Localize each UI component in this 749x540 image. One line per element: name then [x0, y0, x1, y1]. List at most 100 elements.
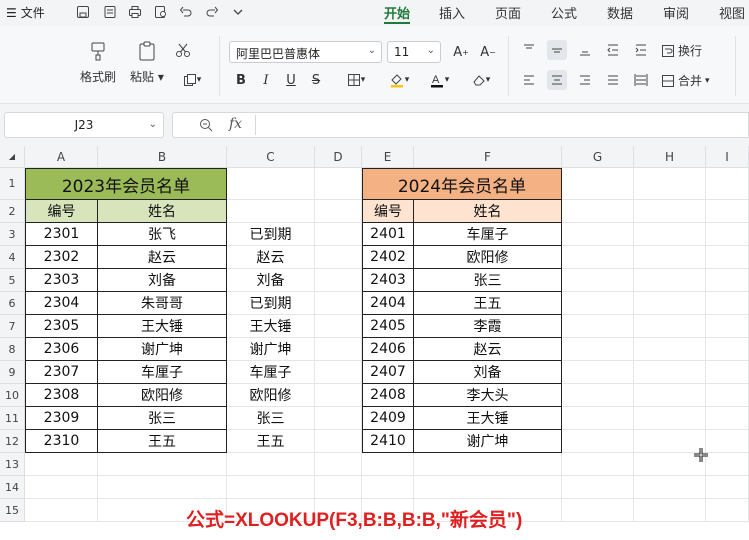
- lookup-result-cell[interactable]: 张三: [227, 407, 315, 430]
- grid-cell[interactable]: [634, 269, 706, 292]
- column-header-G[interactable]: G: [562, 146, 634, 168]
- row-header-7[interactable]: 7: [0, 315, 25, 338]
- tab-review[interactable]: 审阅: [663, 3, 689, 22]
- grid-cell[interactable]: [315, 476, 362, 499]
- select-all-corner[interactable]: ◢: [0, 146, 25, 168]
- italic-icon[interactable]: I: [256, 70, 276, 90]
- tab-insert[interactable]: 插入: [439, 3, 465, 22]
- table-2023-name-cell[interactable]: 朱哥哥: [98, 292, 227, 315]
- grid-cell[interactable]: [562, 200, 634, 223]
- grid-cell[interactable]: [634, 223, 706, 246]
- grid-cell[interactable]: [706, 200, 749, 223]
- table-2024-id-cell[interactable]: 2402: [362, 246, 414, 269]
- grid-cell[interactable]: [634, 168, 706, 200]
- table-2023-name-cell[interactable]: 赵云: [98, 246, 227, 269]
- table-2024-name-cell[interactable]: 李霞: [414, 315, 562, 338]
- grid-cell[interactable]: [315, 384, 362, 407]
- row-header-8[interactable]: 8: [0, 338, 25, 361]
- table-2023-header-name[interactable]: 姓名: [98, 200, 227, 223]
- grid-cell[interactable]: [98, 476, 227, 499]
- grid-cell[interactable]: [562, 223, 634, 246]
- grid-cell[interactable]: [706, 168, 749, 200]
- row-header-9[interactable]: 9: [0, 361, 25, 384]
- grid-cell[interactable]: [562, 407, 634, 430]
- table-2024-id-cell[interactable]: 2401: [362, 223, 414, 246]
- tab-data[interactable]: 数据: [607, 3, 633, 22]
- grid-cell[interactable]: [362, 453, 414, 476]
- table-2023-id-cell[interactable]: 2308: [25, 384, 98, 407]
- column-header-A[interactable]: A: [25, 146, 98, 168]
- table-2023-name-cell[interactable]: 谢广坤: [98, 338, 227, 361]
- grid-cell[interactable]: [634, 246, 706, 269]
- grid-cell[interactable]: [634, 338, 706, 361]
- grid-cell[interactable]: [706, 476, 749, 499]
- table-2024-name-cell[interactable]: 刘备: [414, 361, 562, 384]
- row-header-2[interactable]: 2: [0, 200, 25, 223]
- table-2024-name-cell[interactable]: 赵云: [414, 338, 562, 361]
- table-2024-id-cell[interactable]: 2407: [362, 361, 414, 384]
- grid-cell[interactable]: [706, 407, 749, 430]
- increase-font-icon[interactable]: A +: [451, 42, 471, 62]
- grid-cell[interactable]: [634, 407, 706, 430]
- table-2023-name-cell[interactable]: 欧阳修: [98, 384, 227, 407]
- table-2024-id-cell[interactable]: 2404: [362, 292, 414, 315]
- column-header-I[interactable]: I: [706, 146, 749, 168]
- grid-cell[interactable]: [562, 430, 634, 453]
- table-2024-id-cell[interactable]: 2408: [362, 384, 414, 407]
- grid-cell[interactable]: [634, 384, 706, 407]
- fx-icon[interactable]: fx: [229, 116, 242, 132]
- grid-cell[interactable]: [562, 315, 634, 338]
- grid-cell[interactable]: [562, 168, 634, 200]
- grid-cell[interactable]: [706, 223, 749, 246]
- grid-cell[interactable]: [315, 200, 362, 223]
- zoom-icon[interactable]: [199, 118, 213, 132]
- grid-cell[interactable]: [315, 269, 362, 292]
- grid-cell[interactable]: [706, 430, 749, 453]
- lookup-result-cell[interactable]: 赵云: [227, 246, 315, 269]
- increase-indent-icon[interactable]: [631, 40, 651, 60]
- grid-cell[interactable]: [25, 453, 98, 476]
- lookup-result-cell[interactable]: 车厘子: [227, 361, 315, 384]
- save-icon[interactable]: [74, 3, 92, 21]
- align-right-icon[interactable]: [575, 70, 595, 90]
- grid-cell[interactable]: [706, 361, 749, 384]
- strikethrough-icon[interactable]: S: [306, 70, 326, 90]
- table-2024-id-cell[interactable]: 2409: [362, 407, 414, 430]
- table-2023-name-cell[interactable]: 王大锤: [98, 315, 227, 338]
- grid-cell[interactable]: [706, 246, 749, 269]
- row-header-10[interactable]: 10: [0, 384, 25, 407]
- lookup-result-cell[interactable]: 已到期: [227, 223, 315, 246]
- grid-cell[interactable]: [706, 338, 749, 361]
- grid-cell[interactable]: [414, 476, 562, 499]
- table-2023-id-cell[interactable]: 2309: [25, 407, 98, 430]
- grid-cell[interactable]: [315, 407, 362, 430]
- grid-cell[interactable]: [706, 384, 749, 407]
- column-header-H[interactable]: H: [634, 146, 706, 168]
- table-2024-id-cell[interactable]: 2403: [362, 269, 414, 292]
- grid-cell[interactable]: [315, 453, 362, 476]
- lookup-result-cell[interactable]: 欧阳修: [227, 384, 315, 407]
- font-color-icon[interactable]: A ▾: [424, 70, 454, 90]
- column-header-C[interactable]: C: [227, 146, 315, 168]
- grid-cell[interactable]: [634, 476, 706, 499]
- grid-cell[interactable]: [706, 269, 749, 292]
- table-2023-name-cell[interactable]: 车厘子: [98, 361, 227, 384]
- chevron-down-icon[interactable]: [229, 3, 247, 21]
- table-2024-header-name[interactable]: 姓名: [414, 200, 562, 223]
- grid-cell[interactable]: [634, 499, 706, 522]
- table-2023-name-cell[interactable]: 张飞: [98, 223, 227, 246]
- column-header-E[interactable]: E: [362, 146, 414, 168]
- paste-button[interactable]: 粘贴 ▾: [130, 40, 164, 85]
- table-2023-id-cell[interactable]: 2302: [25, 246, 98, 269]
- decrease-font-icon[interactable]: A −: [478, 42, 498, 62]
- grid-cell[interactable]: [562, 361, 634, 384]
- grid-cell[interactable]: [227, 453, 315, 476]
- grid-cell[interactable]: [634, 292, 706, 315]
- table-2023-id-cell[interactable]: 2301: [25, 223, 98, 246]
- grid-cell[interactable]: [562, 338, 634, 361]
- table-2024-header-id[interactable]: 编号: [362, 200, 414, 223]
- lookup-result-cell[interactable]: 谢广坤: [227, 338, 315, 361]
- grid-cell[interactable]: [98, 453, 227, 476]
- justify-icon[interactable]: [603, 70, 623, 90]
- undo-icon[interactable]: [177, 3, 195, 21]
